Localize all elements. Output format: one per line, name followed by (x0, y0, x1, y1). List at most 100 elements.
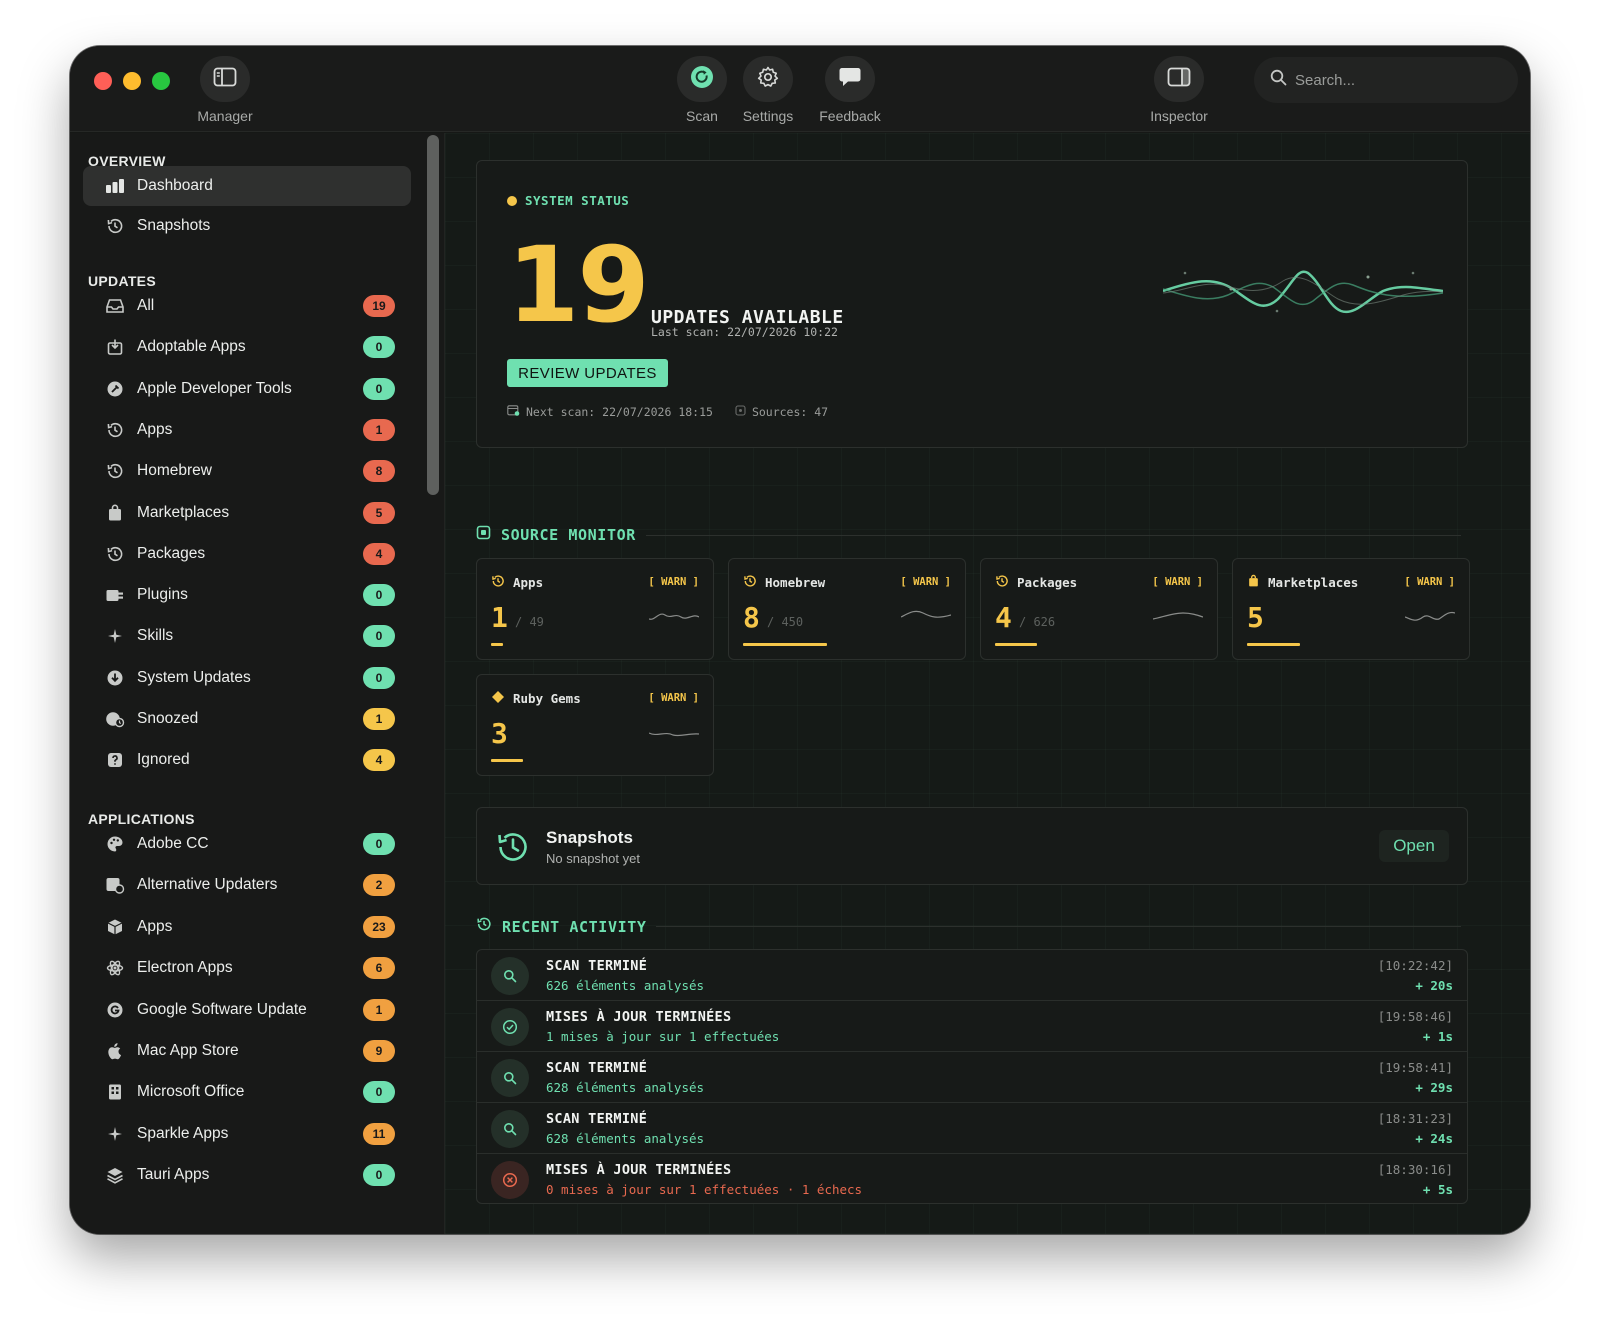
section-divider (645, 534, 1461, 536)
source-card-packages[interactable]: Packages [ WARN ] 4 / 626 (980, 558, 1218, 660)
source-total: / 626 (1019, 615, 1056, 629)
refresh-icon (690, 65, 714, 94)
source-card-marketplaces[interactable]: Marketplaces [ WARN ] 5 (1232, 558, 1470, 660)
search-input[interactable] (1295, 71, 1495, 89)
atom-icon (105, 958, 125, 978)
sidebar-item-label: Homebrew (137, 462, 212, 480)
sidebar-item-label: Plugins (137, 586, 188, 604)
sidebar-item-label: Mac App Store (137, 1042, 239, 1059)
search-field[interactable] (1254, 57, 1518, 103)
source-count: 8 (743, 601, 760, 634)
warn-badge: [ WARN ] (1404, 576, 1455, 588)
warn-badge: [ WARN ] (648, 692, 699, 704)
sidebar-item-app-sparkle-apps[interactable]: Sparkle Apps 11 (83, 1114, 411, 1154)
zoom-window-button[interactable] (152, 72, 170, 90)
source-card-apps[interactable]: Apps [ WARN ] 1 / 49 (476, 558, 714, 660)
clock-history-icon (743, 574, 757, 591)
source-count: 4 (995, 601, 1012, 634)
sidebar-item-app-mac-app-store[interactable]: Mac App Store 9 (83, 1031, 411, 1071)
count-badge: 0 (363, 666, 395, 689)
clock-history-icon (105, 420, 125, 440)
source-count: 3 (491, 717, 508, 750)
settings-button[interactable] (743, 56, 793, 102)
activity-row[interactable]: SCAN TERMINÉ 626 éléments analysés [10:22:… (477, 950, 1467, 1001)
activity-row[interactable]: SCAN TERMINÉ 628 éléments analysés [18:31:… (477, 1103, 1467, 1154)
warn-badge: [ WARN ] (1152, 576, 1203, 588)
sidebar-item-app-adobe-cc[interactable]: Adobe CC 0 (83, 824, 411, 864)
snooze-icon (105, 709, 125, 729)
sidebar-item-snapshots[interactable]: Snapshots (83, 206, 411, 246)
manager-button[interactable] (200, 56, 250, 102)
last-scan-text: Last scan: 22/07/2026 10:22 (651, 325, 838, 339)
sidebar-scrollbar[interactable] (427, 135, 439, 495)
plugin-icon (105, 585, 125, 605)
count-badge: 0 (363, 625, 395, 648)
sidebar-item-app-microsoft-office[interactable]: Microsoft Office 0 (83, 1072, 411, 1112)
activity-subtitle: 626 éléments analysés (546, 978, 705, 993)
sidebar-item-dashboard[interactable]: Dashboard (83, 166, 411, 206)
sidebar-item-label: Google Software Update (137, 1000, 307, 1018)
sidebar-item-app-google-software-update[interactable]: Google Software Update 1 (83, 990, 411, 1030)
sidebar-item-updates-system-updates[interactable]: System Updates 0 (83, 658, 411, 698)
source-sparkline (901, 610, 951, 618)
count-badge: 1 (363, 418, 395, 441)
sidebar-item-app-electron-apps[interactable]: Electron Apps 6 (83, 948, 411, 988)
sidebar-item-app-tauri-apps[interactable]: Tauri Apps 0 (83, 1155, 411, 1195)
open-snapshots-button[interactable]: Open (1379, 830, 1449, 862)
palette-icon (105, 834, 125, 854)
calendar-icon (507, 404, 520, 419)
clock-history-icon (495, 829, 531, 870)
sidebar-item-label: Ignored (137, 751, 190, 769)
sidebar-item-app-apps[interactable]: Apps 23 (83, 907, 411, 947)
clock-history-icon (105, 544, 125, 564)
sidebar-item-label: Tauri Apps (137, 1166, 210, 1184)
sidebar-item-updates-plugins[interactable]: Plugins 0 (83, 575, 411, 615)
bar-chart-icon (105, 176, 125, 196)
count-badge: 0 (363, 833, 395, 855)
source-progress-bar (491, 643, 503, 646)
tray-icon (105, 296, 125, 316)
sidebar-item-updates-ignored[interactable]: Ignored 4 (83, 740, 411, 780)
inspector-button[interactable] (1154, 56, 1204, 102)
source-card-homebrew[interactable]: Homebrew [ WARN ] 8 / 450 (728, 558, 966, 660)
sidebar-item-updates-marketplaces[interactable]: Marketplaces 5 (83, 493, 411, 533)
clock-history-icon (491, 574, 505, 591)
activity-row[interactable]: SCAN TERMINÉ 628 éléments analysés [19:58:… (477, 1052, 1467, 1103)
system-status-header: SYSTEM STATUS (507, 193, 629, 208)
source-total: / 450 (767, 615, 804, 629)
sidebar-item-updates-packages[interactable]: Packages 4 (83, 534, 411, 574)
source-sparkline (649, 732, 699, 737)
warn-badge: [ WARN ] (900, 576, 951, 588)
sidebar-item-label: Snoozed (137, 710, 199, 727)
activity-subtitle: 628 éléments analysés (546, 1080, 705, 1095)
minimize-window-button[interactable] (123, 72, 141, 90)
developer-tools-icon (105, 379, 125, 399)
warn-badge: [ WARN ] (648, 576, 699, 588)
close-window-button[interactable] (94, 72, 112, 90)
source-progress-bar (995, 643, 1037, 646)
sidebar-item-label: Alternative Updaters (137, 876, 278, 894)
sidebar-item-updates-skills[interactable]: Skills 0 (83, 616, 411, 656)
sidebar-item-updates-snoozed[interactable]: Snoozed 1 (83, 699, 411, 739)
sidebar-item-updates-homebrew[interactable]: Homebrew 8 (83, 451, 411, 491)
sidebar-item-updates-adoptable-apps[interactable]: Adoptable Apps 0 (83, 327, 411, 367)
sidebar-item-updates-apple-developer-tools[interactable]: Apple Developer Tools 0 (83, 369, 411, 409)
sidebar-item-updates-all[interactable]: All 19 (83, 286, 411, 326)
activity-timestamp: [18:31:23] (1377, 1111, 1453, 1126)
scan-button[interactable] (677, 56, 727, 102)
source-name: Homebrew (765, 575, 826, 590)
source-name: Ruby Gems (513, 691, 581, 706)
activity-row[interactable]: MISES À JOUR TERMINÉES 0 mises à jour sur… (477, 1154, 1467, 1205)
activity-row[interactable]: MISES À JOUR TERMINÉES 1 mises à jour sur… (477, 1001, 1467, 1052)
search-icon (491, 1110, 529, 1148)
activity-duration: + 1s (1422, 1029, 1453, 1044)
feedback-button[interactable] (825, 56, 875, 102)
source-card-ruby-gems[interactable]: Ruby Gems [ WARN ] 3 (476, 674, 714, 776)
speech-bubble-icon (838, 66, 862, 93)
google-icon (105, 1000, 125, 1020)
count-badge: 0 (363, 1081, 395, 1104)
sidebar-item-app-alternative-updaters[interactable]: Alternative Updaters 2 (83, 865, 411, 905)
activity-duration: + 20s (1415, 978, 1453, 993)
review-updates-button[interactable]: REVIEW UPDATES (507, 359, 668, 387)
sidebar-item-updates-apps[interactable]: Apps 1 (83, 410, 411, 450)
